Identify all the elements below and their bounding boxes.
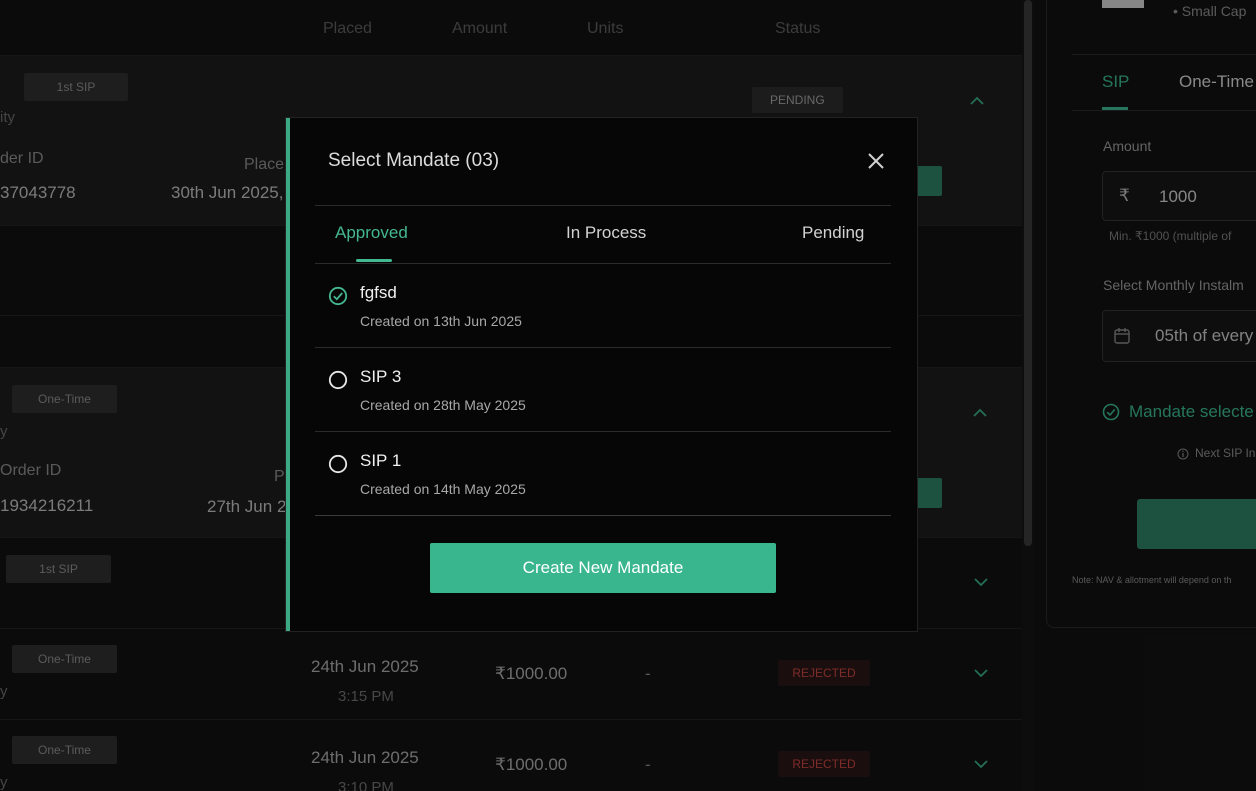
tab-in-process[interactable]: In Process [566, 223, 646, 243]
divider [315, 205, 891, 206]
page: Placed Amount Units Status 1st SIP ity d… [0, 0, 1256, 791]
mandate-name: SIP 3 [360, 367, 402, 386]
check-circle-icon[interactable] [328, 286, 348, 306]
mandate-created-date: Created on 14th May 2025 [360, 481, 526, 497]
tab-approved[interactable]: Approved [335, 223, 408, 243]
mandate-name: SIP 1 [360, 451, 402, 470]
mandate-created-date: Created on 28th May 2025 [360, 397, 526, 413]
create-new-mandate-button[interactable]: Create New Mandate [430, 543, 776, 593]
select-mandate-modal: Select Mandate (03) Approved In Process … [286, 118, 917, 631]
mandate-name: fgfsd [360, 283, 397, 302]
mandate-created-date: Created on 13th Jun 2025 [360, 313, 522, 329]
mandate-item[interactable]: SIP 3 Created on 28th May 2025 [315, 348, 891, 432]
mandate-item[interactable]: fgfsd Created on 13th Jun 2025 [315, 264, 891, 348]
divider [315, 515, 891, 516]
radio-empty-icon[interactable] [328, 370, 348, 390]
modal-title: Select Mandate (03) [328, 150, 500, 171]
close-icon[interactable] [866, 151, 886, 171]
active-tab-indicator [356, 259, 392, 262]
tab-pending[interactable]: Pending [802, 223, 864, 243]
radio-empty-icon[interactable] [328, 454, 348, 474]
mandate-item[interactable]: SIP 1 Created on 14th May 2025 [315, 432, 891, 516]
